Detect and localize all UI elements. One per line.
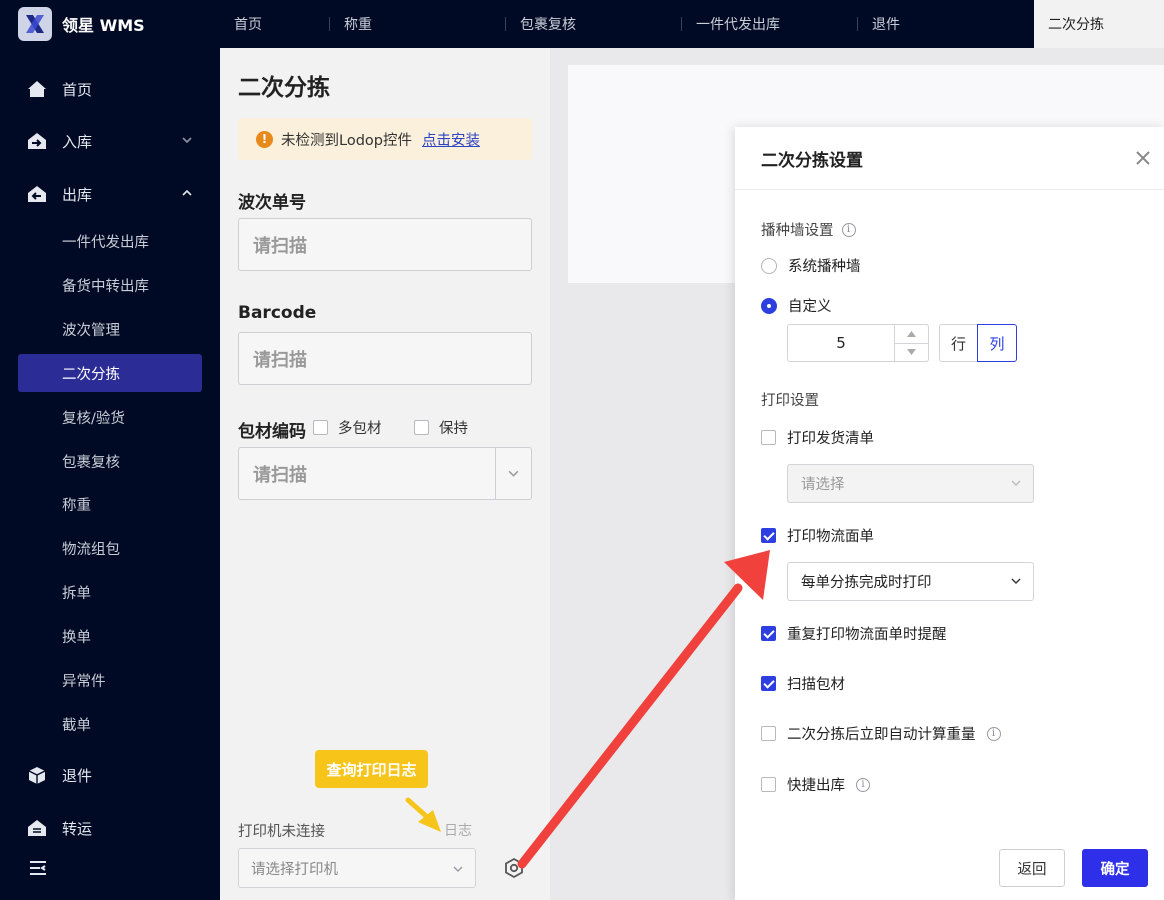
drawer-title: 二次分拣设置 xyxy=(761,150,863,171)
transfer-icon xyxy=(26,817,48,839)
tab-home[interactable]: 首页 xyxy=(220,0,330,48)
chevron-down-icon xyxy=(182,137,192,144)
chevron-down-icon xyxy=(1011,480,1021,486)
tab-returns[interactable]: 退件 xyxy=(858,0,1034,48)
checkbox-box xyxy=(761,528,776,543)
logo[interactable]: 领星 WMS xyxy=(0,0,220,48)
wall-count-stepper[interactable]: 5 xyxy=(787,324,929,362)
confirm-button[interactable]: 确定 xyxy=(1082,849,1148,887)
column-toggle[interactable]: 列 xyxy=(977,324,1017,362)
multi-pack-checkbox[interactable]: 多包材 xyxy=(313,417,382,438)
checkbox-box xyxy=(761,430,776,445)
print-logistics-label-checkbox[interactable]: 打印物流面单 xyxy=(761,525,874,546)
close-icon[interactable] xyxy=(1134,149,1152,167)
drawer-header: 二次分拣设置 xyxy=(735,127,1164,190)
page-title: 二次分拣 xyxy=(238,75,330,101)
info-icon[interactable]: i xyxy=(856,777,870,792)
info-icon[interactable]: i xyxy=(841,222,856,237)
lodop-alert: ! 未检测到Lodop控件 点击安装 xyxy=(238,118,532,160)
printer-status: 打印机未连接 xyxy=(238,824,325,840)
radio-system-wall[interactable]: 系统播种墙 xyxy=(761,255,861,276)
row-toggle[interactable]: 行 xyxy=(939,324,978,362)
sidebar-sub-package-review[interactable]: 包裹复核 xyxy=(18,442,202,480)
sidebar-item-inbound[interactable]: 入库 xyxy=(18,122,202,160)
sidebar-sub-logistics-grouping[interactable]: 物流组包 xyxy=(18,529,202,567)
tab-secondary-sorting[interactable]: 二次分拣 xyxy=(1034,0,1164,48)
auto-weight-checkbox[interactable]: 二次分拣后立即自动计算重量 i xyxy=(761,723,1001,744)
sidebar-sub-review-inspection[interactable]: 复核/验货 xyxy=(18,398,202,436)
tab-bar: 首页 称重 包裹复核 一件代发出库 退件 二次分拣 xyxy=(220,0,1164,48)
home-icon xyxy=(26,78,48,100)
sidebar-sub-dropship-outbound[interactable]: 一件代发出库 xyxy=(18,222,202,260)
checkbox-box xyxy=(761,777,776,792)
back-button[interactable]: 返回 xyxy=(999,849,1065,887)
quick-outbound-checkbox[interactable]: 快捷出库 i xyxy=(761,774,870,795)
checkbox-box xyxy=(414,420,429,435)
returns-icon xyxy=(26,764,48,786)
warning-icon: ! xyxy=(256,130,273,148)
sidebar: 首页 入库 出库 一件代发出库 备货中转出库 波次管理 二次分拣 复核/验货 包… xyxy=(0,48,220,900)
tab-package-review[interactable]: 包裹复核 xyxy=(506,0,682,48)
inbound-icon xyxy=(26,130,48,152)
sidebar-sub-weighing[interactable]: 称重 xyxy=(18,485,202,523)
sidebar-item-returns[interactable]: 退件 xyxy=(18,756,202,794)
log-link[interactable]: 日志 xyxy=(444,820,472,840)
sidebar-sub-intercept[interactable]: 截单 xyxy=(18,705,202,743)
tab-weighing[interactable]: 称重 xyxy=(330,0,506,48)
packing-list-select[interactable]: 请选择 xyxy=(787,464,1034,503)
checkbox-box xyxy=(761,626,776,641)
checkbox-box xyxy=(761,726,776,741)
sidebar-sub-secondary-sorting[interactable]: 二次分拣 xyxy=(18,354,202,392)
sidebar-sub-split-order[interactable]: 拆单 xyxy=(18,573,202,611)
repeat-print-remind-checkbox[interactable]: 重复打印物流面单时提醒 xyxy=(761,623,947,644)
settings-gear-icon[interactable] xyxy=(503,857,525,879)
install-link[interactable]: 点击安装 xyxy=(422,129,480,150)
info-icon[interactable]: i xyxy=(986,726,1001,741)
increment-icon[interactable] xyxy=(895,325,928,344)
logo-icon xyxy=(18,7,52,41)
sidebar-item-transfer[interactable]: 转运 xyxy=(18,809,202,847)
logo-text: 领星 WMS xyxy=(62,16,145,35)
sidebar-sub-exceptions[interactable]: 异常件 xyxy=(18,661,202,699)
print-log-tooltip: 查询打印日志 xyxy=(315,750,428,788)
pack-code-select[interactable]: 请扫描 xyxy=(238,447,532,500)
sidebar-sub-wave-management[interactable]: 波次管理 xyxy=(18,310,202,348)
sorting-form-panel: 二次分拣 ! 未检测到Lodop控件 点击安装 波次单号 请扫描 Barcode… xyxy=(220,48,550,900)
radio-custom-wall[interactable]: 自定义 xyxy=(761,295,832,316)
print-packing-list-checkbox[interactable]: 打印发货清单 xyxy=(761,427,874,448)
barcode-input[interactable]: 请扫描 xyxy=(238,332,532,385)
sidebar-sub-stock-transfer-outbound[interactable]: 备货中转出库 xyxy=(18,266,202,304)
top-bar: 领星 WMS 首页 称重 包裹复核 一件代发出库 退件 二次分拣 xyxy=(0,0,1164,48)
scan-packing-checkbox[interactable]: 扫描包材 xyxy=(761,673,845,694)
tab-dropship-outbound[interactable]: 一件代发出库 xyxy=(682,0,858,48)
print-settings-section: 打印设置 xyxy=(761,393,819,409)
keep-checkbox[interactable]: 保持 xyxy=(414,417,468,438)
sorting-settings-drawer: 二次分拣设置 播种墙设置 i 系统播种墙 自定义 5 行 列 打印设置 打印发货… xyxy=(735,127,1164,900)
decrement-icon[interactable] xyxy=(895,344,928,362)
chevron-down-icon xyxy=(1011,578,1021,584)
sidebar-sub-change-order[interactable]: 换单 xyxy=(18,617,202,655)
stepper-value[interactable]: 5 xyxy=(788,325,895,361)
checkbox-box xyxy=(313,420,328,435)
chevron-down-icon xyxy=(453,866,463,872)
printer-select[interactable]: 请选择打印机 xyxy=(238,848,476,888)
outbound-icon xyxy=(26,183,48,205)
pack-code-label: 包材编码 xyxy=(238,422,306,442)
chevron-down-icon xyxy=(495,448,531,499)
sidebar-item-outbound[interactable]: 出库 xyxy=(18,175,202,213)
sidebar-item-home[interactable]: 首页 xyxy=(18,70,202,108)
radio-button xyxy=(761,297,777,314)
collapse-menu-icon[interactable] xyxy=(28,858,48,878)
checkbox-box xyxy=(761,676,776,691)
logistics-print-timing-select[interactable]: 每单分拣完成时打印 xyxy=(787,562,1034,601)
barcode-label: Barcode xyxy=(238,303,317,323)
wave-number-label: 波次单号 xyxy=(238,193,306,213)
chevron-up-icon xyxy=(182,189,192,196)
seeding-wall-section: 播种墙设置 i xyxy=(761,219,856,240)
wave-number-input[interactable]: 请扫描 xyxy=(238,218,532,271)
radio-button xyxy=(761,257,777,274)
